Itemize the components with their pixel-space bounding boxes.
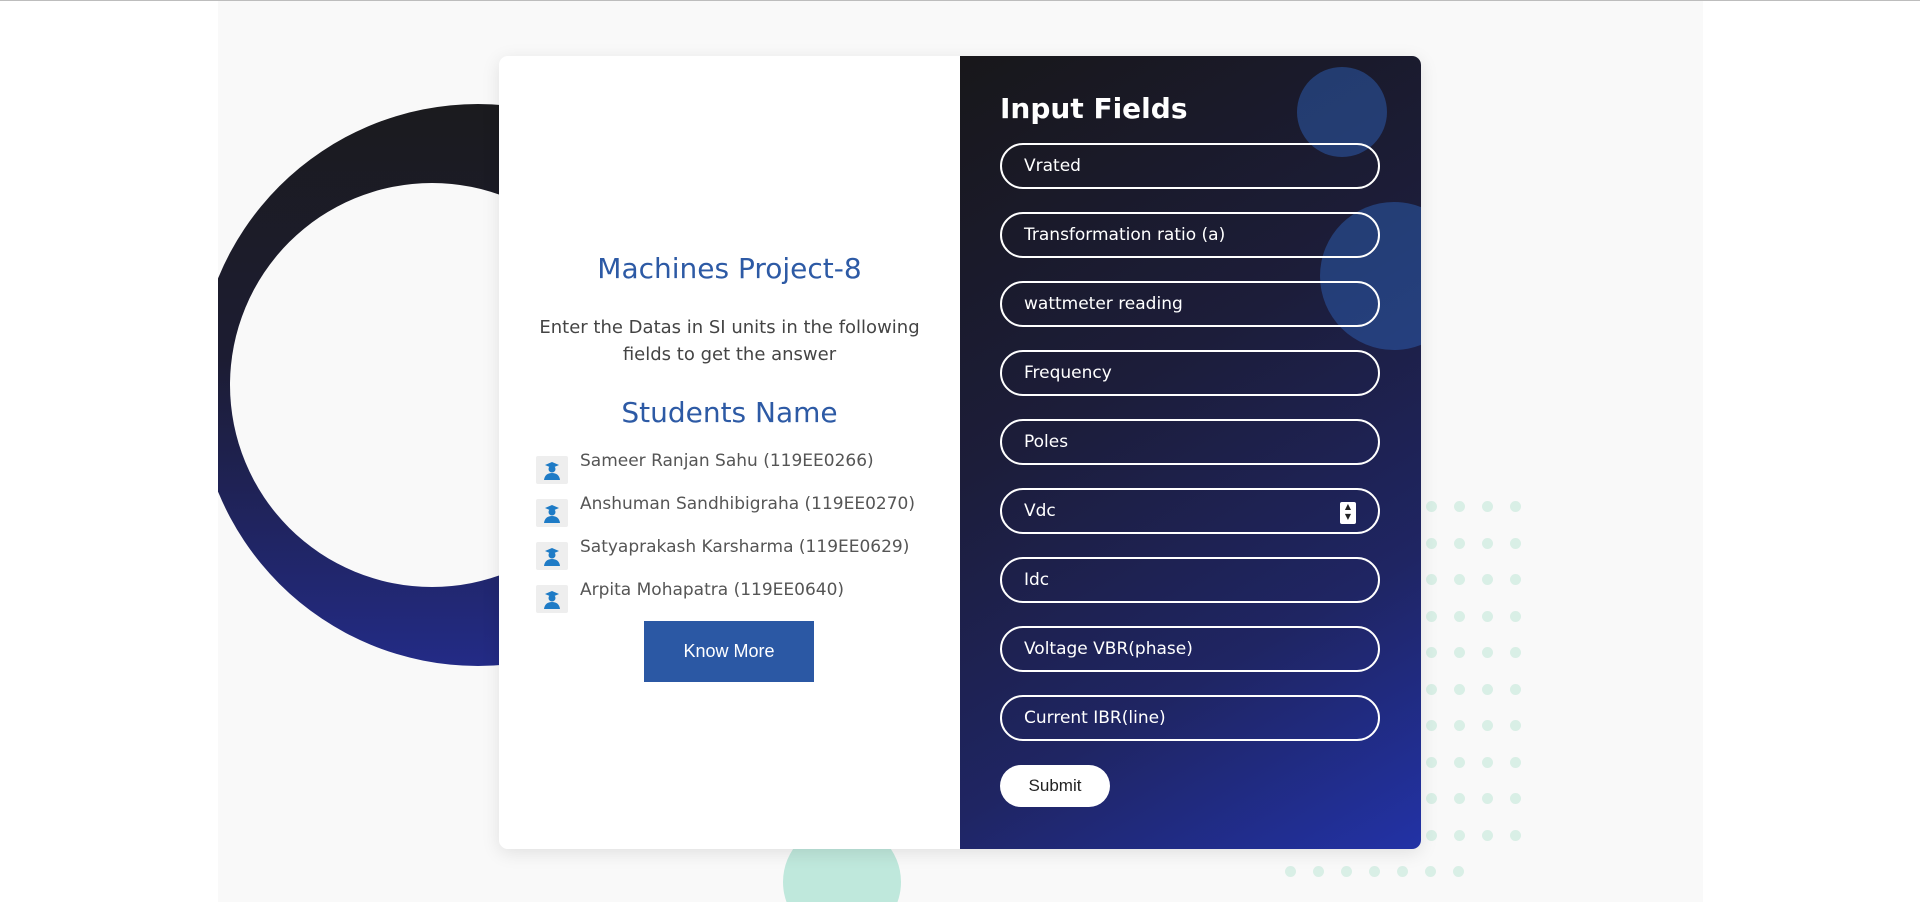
form-title: Input Fields — [1000, 92, 1188, 125]
pattern-dot — [1397, 866, 1408, 877]
list-item: Satyaprakash Karsharma (119EE0629) — [536, 536, 936, 579]
student-name: Sameer Ranjan Sahu (119EE0266) — [580, 451, 874, 471]
pattern-dot — [1510, 793, 1521, 804]
pattern-dot — [1510, 647, 1521, 658]
user-graduate-icon — [536, 456, 568, 484]
students-heading: Students Name — [621, 396, 838, 429]
spinner-arrows-icon[interactable]: ▲ ▼ — [1340, 502, 1356, 524]
idc-input[interactable]: Idc — [1000, 557, 1380, 603]
pattern-dot — [1425, 866, 1436, 877]
students-list: Sameer Ranjan Sahu (119EE0266) Anshuman … — [536, 450, 936, 622]
pattern-dot — [1454, 683, 1465, 695]
pattern-dot — [1426, 537, 1437, 549]
vdc-input[interactable]: Vdc ▲ ▼ — [1000, 488, 1380, 534]
list-item: Sameer Ranjan Sahu (119EE0266) — [536, 450, 936, 493]
pattern-dot — [1453, 866, 1464, 877]
poles-input[interactable]: Poles — [1000, 419, 1380, 465]
submit-button[interactable]: Submit — [1000, 765, 1110, 807]
pattern-dot — [1510, 574, 1521, 585]
pattern-dot — [1482, 683, 1493, 695]
pattern-dot — [1454, 537, 1465, 549]
pattern-dot — [1426, 574, 1437, 585]
pattern-dot — [1482, 501, 1493, 512]
pattern-dot — [1482, 647, 1493, 658]
pattern-dot — [1454, 574, 1465, 585]
current-ibr-input[interactable]: Current IBR(line) — [1000, 695, 1380, 741]
pattern-dot — [1426, 829, 1437, 841]
pattern-dot — [1482, 537, 1493, 549]
pattern-dot — [1426, 756, 1437, 768]
user-graduate-icon — [536, 585, 568, 613]
form-panel: Input Fields Vrated Transformation ratio… — [960, 56, 1421, 849]
pattern-dot — [1510, 501, 1521, 512]
user-graduate-icon — [536, 542, 568, 570]
pattern-dot — [1454, 720, 1465, 731]
student-name: Anshuman Sandhibigraha (119EE0270) — [580, 494, 916, 514]
pattern-dot — [1285, 866, 1296, 877]
vrated-input[interactable]: Vrated — [1000, 143, 1380, 189]
pattern-dot — [1482, 756, 1493, 768]
pattern-dot — [1482, 610, 1493, 622]
project-title: Machines Project-8 — [597, 252, 862, 285]
pattern-dot — [1426, 610, 1437, 622]
pattern-dot — [1426, 501, 1437, 512]
transformation-ratio-input[interactable]: Transformation ratio (a) — [1000, 212, 1380, 258]
voltage-vbr-input[interactable]: Voltage VBR(phase) — [1000, 626, 1380, 672]
pattern-dot — [1313, 866, 1324, 877]
pattern-dot — [1369, 866, 1380, 877]
pattern-dot — [1426, 647, 1437, 658]
pattern-dot — [1426, 683, 1437, 695]
pattern-dot — [1454, 793, 1465, 804]
frequency-input[interactable]: Frequency — [1000, 350, 1380, 396]
student-name: Satyaprakash Karsharma (119EE0629) — [580, 537, 910, 557]
student-name: Arpita Mohapatra (119EE0640) — [580, 580, 845, 600]
pattern-dot — [1510, 829, 1521, 841]
pattern-dot — [1482, 829, 1493, 841]
pattern-dot — [1482, 793, 1493, 804]
pattern-dot — [1454, 829, 1465, 841]
pattern-dot — [1510, 720, 1521, 731]
info-panel: Machines Project-8 Enter the Datas in SI… — [499, 56, 960, 849]
pattern-dot — [1510, 683, 1521, 695]
pattern-dot — [1426, 793, 1437, 804]
list-item: Anshuman Sandhibigraha (119EE0270) — [536, 493, 936, 536]
pattern-dot — [1454, 756, 1465, 768]
pattern-dot — [1482, 720, 1493, 731]
pattern-dot — [1454, 647, 1465, 658]
pattern-dot — [1482, 574, 1493, 585]
pattern-dot — [1426, 720, 1437, 731]
wattmeter-reading-input[interactable]: wattmeter reading — [1000, 281, 1380, 327]
pattern-dot — [1510, 756, 1521, 768]
pattern-dot — [1510, 537, 1521, 549]
project-description: Enter the Datas in SI units in the follo… — [539, 317, 920, 365]
main-card: Machines Project-8 Enter the Datas in SI… — [499, 56, 1421, 849]
know-more-button[interactable]: Know More — [644, 621, 814, 682]
list-item: Arpita Mohapatra (119EE0640) — [536, 579, 936, 622]
pattern-dot — [1510, 610, 1521, 622]
pattern-dot — [1341, 866, 1352, 877]
pattern-dot — [1454, 610, 1465, 622]
pattern-dot — [1454, 501, 1465, 512]
user-graduate-icon — [536, 499, 568, 527]
